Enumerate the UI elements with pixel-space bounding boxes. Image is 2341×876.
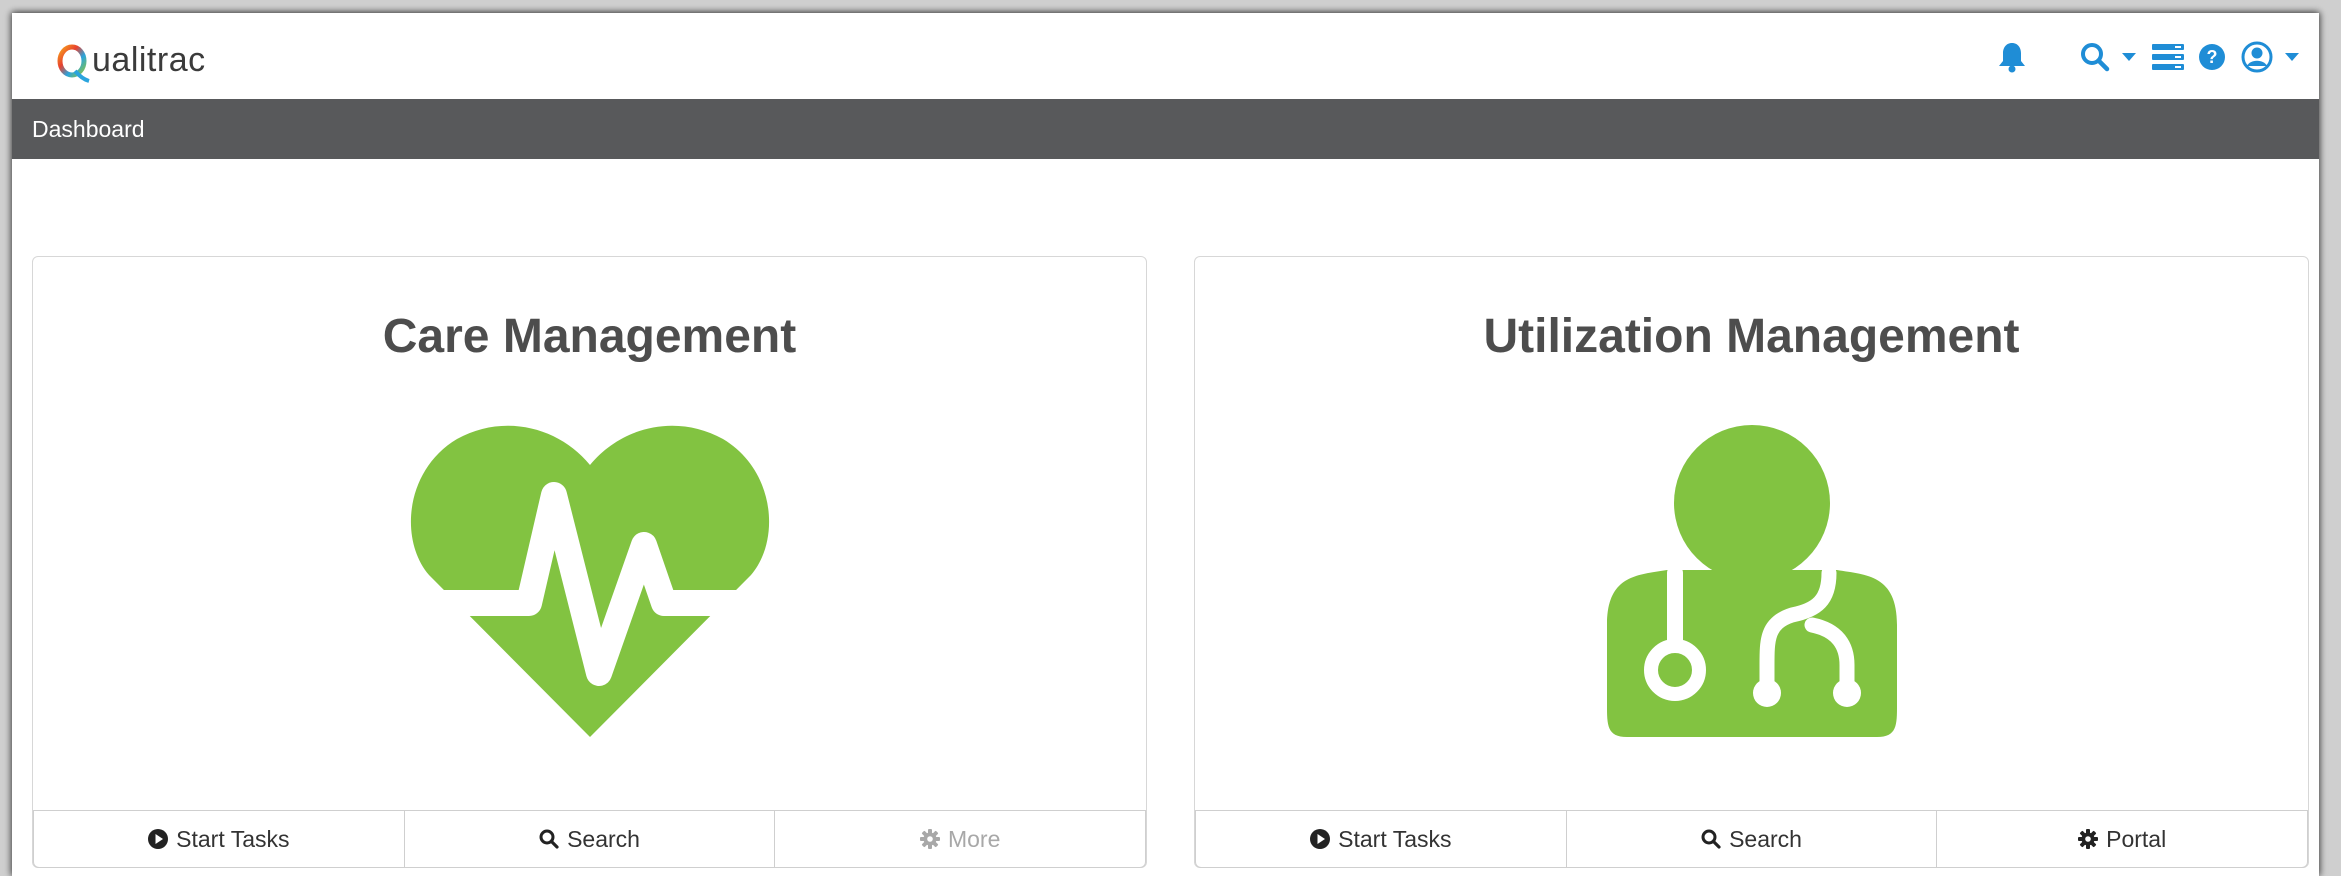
search-menu-button[interactable]: [2080, 37, 2136, 77]
search-icon: [1701, 829, 1721, 849]
list-icon: [2152, 44, 2184, 70]
button-label: More: [947, 825, 1001, 852]
gear-icon: [919, 829, 940, 849]
search-icon: [2081, 43, 2110, 72]
play-circle-icon: [148, 829, 169, 849]
button-label: Start Tasks: [176, 825, 290, 852]
search-button[interactable]: Search: [1565, 810, 1937, 868]
button-label: Search: [1729, 825, 1802, 852]
play-circle-icon: [1310, 829, 1331, 849]
breadcrumb-dashboard[interactable]: Dashboard: [32, 99, 145, 159]
panel-actions: Start Tasks Search: [33, 810, 1147, 868]
search-icon: [539, 829, 559, 849]
bell-icon: [1999, 43, 2025, 73]
button-label: Search: [567, 825, 640, 852]
search-button[interactable]: Search: [403, 810, 775, 868]
notifications-button[interactable]: [1997, 37, 2027, 77]
list-view-button[interactable]: [2152, 37, 2184, 77]
brand-name: ualitrac: [92, 41, 206, 79]
care-management-panel: Care Management Start Tasks Search More: [32, 256, 1147, 868]
app-window: ualitrac ? Dashboard Care Management Sta…: [12, 13, 2319, 876]
button-label: Portal: [2106, 825, 2167, 852]
chevron-down-icon: [2122, 53, 2136, 61]
panel-title: Care Management: [382, 310, 797, 363]
svg-text:?: ?: [2207, 47, 2218, 67]
start-tasks-button[interactable]: Start Tasks: [33, 810, 404, 868]
panel-actions: Start Tasks Search: [1195, 810, 2309, 868]
top-navbar: ualitrac ?: [12, 13, 2319, 99]
user-icon: [2241, 41, 2273, 73]
chevron-down-icon: [2285, 53, 2299, 61]
help-button[interactable]: ?: [2198, 37, 2226, 77]
panel-title: Utilization Management: [1483, 310, 2020, 363]
start-tasks-button[interactable]: Start Tasks: [1195, 810, 1566, 868]
heart-pulse-icon: [395, 425, 784, 742]
more-button[interactable]: More: [774, 810, 1147, 868]
button-label: Start Tasks: [1338, 825, 1452, 852]
doctor-icon: [1606, 425, 1897, 742]
gear-icon: [2078, 829, 2099, 849]
portal-button[interactable]: Portal: [1936, 810, 2309, 868]
breadcrumb: Dashboard: [12, 99, 2319, 159]
help-icon: ?: [2199, 44, 2225, 70]
utilization-management-panel: Utilization Management Start Tasks Searc…: [1194, 256, 2309, 868]
logo-q-icon: [57, 44, 90, 83]
brand-logo[interactable]: ualitrac: [56, 33, 206, 83]
user-menu-button[interactable]: [2241, 37, 2299, 77]
